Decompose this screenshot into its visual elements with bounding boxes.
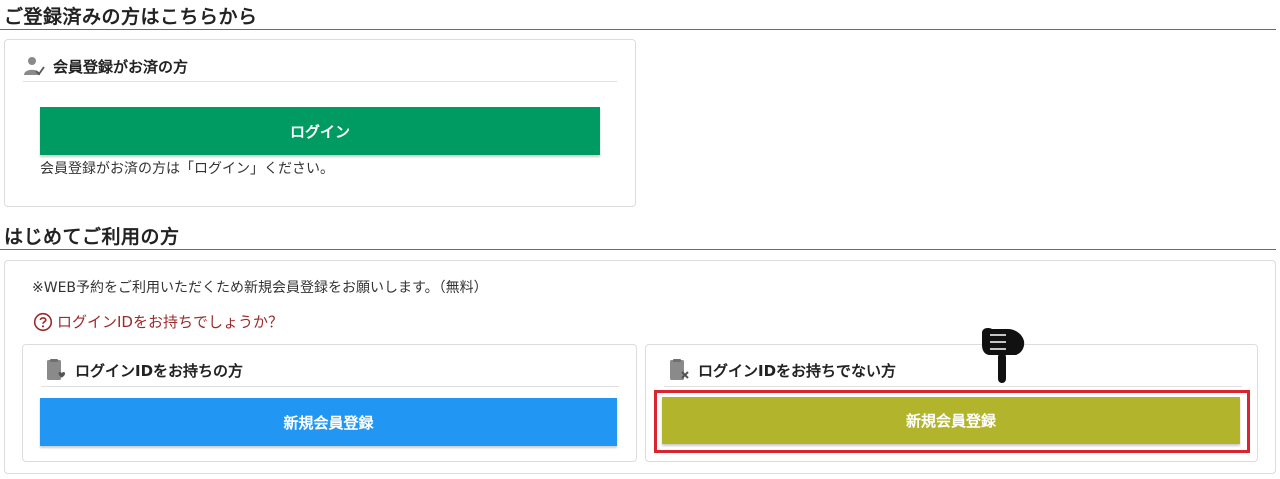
registration-notice: ※WEB予約をご利用いただくため新規会員登録をお願いします。（無料）	[32, 280, 488, 296]
with-id-card-header: ログインIDをお持ちの方	[45, 358, 243, 382]
registered-section-divider	[0, 29, 1276, 30]
with-id-card-title: ログインIDをお持ちの方	[75, 361, 244, 380]
first-time-section-divider	[0, 249, 1276, 250]
with-id-card: ログインIDをお持ちの方 新規会員登録	[22, 344, 637, 462]
without-id-card-header: ログインIDをお持ちでない方	[668, 358, 896, 382]
without-id-card-divider	[664, 386, 1242, 387]
without-id-card-title: ログインIDをお持ちでない方	[698, 361, 897, 380]
id-card-x-icon	[668, 358, 690, 382]
pointing-hand-icon	[978, 325, 1028, 385]
id-help-link[interactable]: ログインIDをお持ちでしょうか？	[33, 311, 283, 332]
login-note: 会員登録がお済の方は「ログイン」ください。	[40, 161, 334, 177]
registered-panel: 会員登録がお済の方 ログイン 会員登録がお済の方は「ログイン」ください。	[4, 39, 636, 207]
login-button[interactable]: ログイン	[40, 107, 600, 155]
registered-section-title: ご登録済みの方はこちらから	[4, 6, 258, 28]
without-id-register-button[interactable]: 新規会員登録	[662, 397, 1240, 444]
registered-card-title: 会員登録がお済の方	[53, 57, 189, 76]
registered-card-divider	[23, 81, 617, 82]
question-circle-icon	[33, 312, 53, 332]
first-time-section-title: はじめてご利用の方	[4, 226, 180, 248]
with-id-card-divider	[41, 386, 619, 387]
registered-card-header: 会員登録がお済の方	[23, 55, 188, 77]
id-help-link-label: ログインIDをお持ちでしょうか？	[57, 313, 283, 331]
user-check-icon	[23, 55, 45, 77]
with-id-register-button[interactable]: 新規会員登録	[40, 398, 617, 446]
id-card-heart-icon	[45, 358, 67, 382]
